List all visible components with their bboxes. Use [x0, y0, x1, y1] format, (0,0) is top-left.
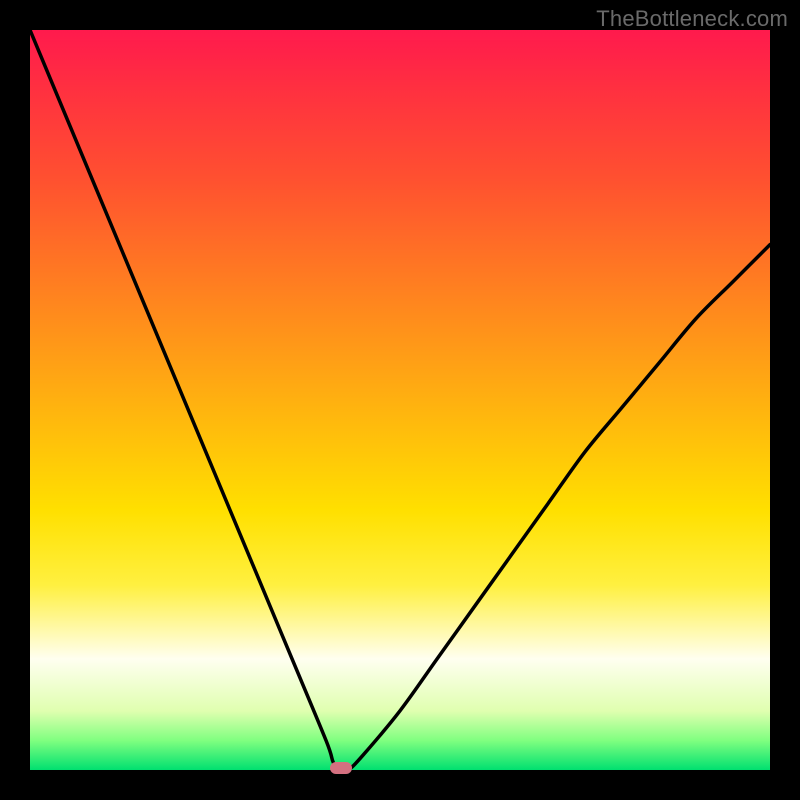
- watermark-text: TheBottleneck.com: [596, 6, 788, 32]
- bottleneck-curve: [30, 30, 770, 770]
- optimum-marker: [330, 762, 352, 774]
- plot-area: [30, 30, 770, 770]
- chart-frame: TheBottleneck.com: [0, 0, 800, 800]
